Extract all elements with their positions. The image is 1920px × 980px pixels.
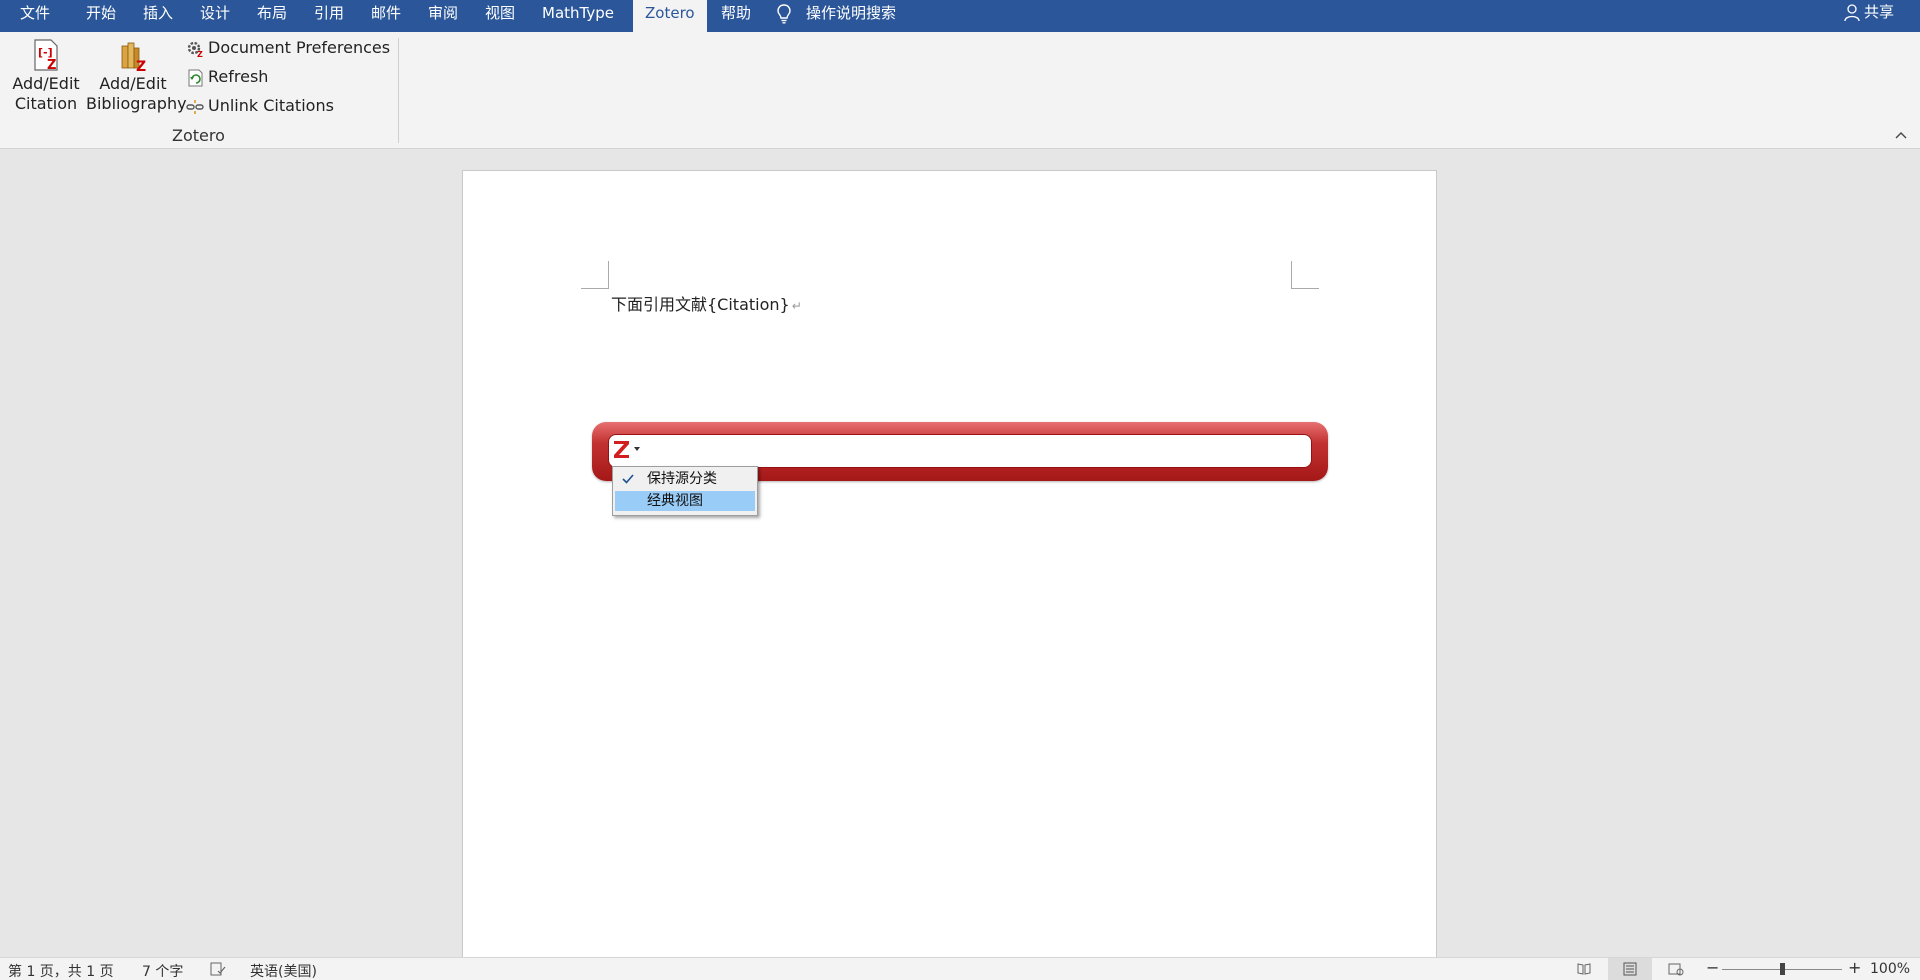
citation-icon: [-] Z [34,39,58,72]
chevron-up-icon[interactable] [1894,128,1908,144]
document-page[interactable]: 下面引用文献{Citation} ↵ [462,170,1437,960]
menu-item-classic-view[interactable]: 经典视图 [615,491,755,511]
read-mode-icon[interactable] [1576,962,1592,976]
ribbon-group-separator [398,38,399,143]
print-layout-icon[interactable] [1622,962,1638,976]
zoom-in-button[interactable]: + [1848,958,1861,977]
bibliography-icon: Z [121,42,146,72]
gear-icon: Z [187,41,203,58]
citation-search-input[interactable] [608,434,1312,468]
proofing-icon[interactable] [210,962,226,976]
tab-review[interactable]: 审阅 [416,0,470,32]
document-preferences-button[interactable]: Z Document Preferences [186,36,390,60]
document-text: 下面引用文献{Citation} [611,295,790,314]
page-count[interactable]: 第 1 页，共 1 页 [8,961,114,980]
citation-label-2: Citation [14,94,78,113]
tab-home[interactable]: 开始 [74,0,128,32]
margin-corner-top-left [581,261,609,289]
document-paragraph[interactable]: 下面引用文献{Citation} ↵ [611,291,802,315]
tab-help[interactable]: 帮助 [709,0,763,32]
tell-me-label: 操作说明搜索 [806,4,897,22]
chevron-down-icon[interactable] [634,447,640,451]
web-layout-icon[interactable] [1668,962,1684,976]
share-button[interactable]: 共享 [1844,0,1894,32]
tab-references[interactable]: 引用 [302,0,356,32]
unlink-citations-label: Unlink Citations [208,96,334,115]
language-indicator[interactable]: 英语(美国) [250,961,317,980]
refresh-icon [188,69,203,86]
person-icon [1844,3,1860,21]
refresh-label: Refresh [208,67,269,86]
tab-layout[interactable]: 布局 [245,0,299,32]
unlink-icon [186,99,204,114]
unlink-citations-button[interactable]: Unlink Citations [186,94,334,118]
margin-corner-top-right [1291,261,1319,289]
lightbulb-icon [777,3,791,23]
tab-insert[interactable]: 插入 [131,0,185,32]
menu-item-keep-sorted[interactable]: 保持源分类 [615,469,755,489]
zotero-options-menu: 保持源分类 经典视图 [612,466,758,516]
paragraph-mark: ↵ [791,299,802,313]
tell-me-search[interactable]: 操作说明搜索 [776,0,896,32]
bibliography-label-1: Add/Edit [99,74,167,93]
svg-text:Z: Z [136,59,146,72]
share-label: 共享 [1863,3,1894,21]
menu-item-label: 保持源分类 [647,471,717,487]
zoom-slider-thumb[interactable] [1780,963,1785,975]
ribbon-tab-bar: 文件 开始 插入 设计 布局 引用 邮件 审阅 视图 MathType Zote… [0,0,1920,32]
tab-mailings[interactable]: 邮件 [359,0,413,32]
tab-file[interactable]: 文件 [8,0,62,32]
word-count[interactable]: 7 个字 [142,961,183,980]
refresh-button[interactable]: Refresh [186,65,268,89]
zotero-logo-icon[interactable] [612,438,632,460]
zoom-level[interactable]: 100% [1870,961,1910,977]
tab-mathtype[interactable]: MathType [530,0,626,32]
zoom-out-button[interactable]: − [1706,958,1719,977]
status-bar: 第 1 页，共 1 页 7 个字 英语(美国) − + 100% [0,957,1920,980]
tab-view[interactable]: 视图 [473,0,527,32]
menu-item-label: 经典视图 [647,493,703,509]
svg-text:Z: Z [197,50,203,58]
checkmark-icon [622,474,634,484]
add-edit-bibliography-button[interactable]: Z Add/Edit Bibliography [86,38,187,114]
bibliography-label-2: Bibliography [86,94,187,113]
ribbon-group-label: Zotero [172,126,225,145]
ribbon-zotero: [-] Z Add/Edit Citation Z Add/Edit Bibli… [0,32,1920,149]
tab-design[interactable]: 设计 [188,0,242,32]
document-preferences-label: Document Preferences [208,38,391,57]
add-edit-citation-button[interactable]: [-] Z Add/Edit Citation [12,38,80,114]
tab-zotero[interactable]: Zotero [633,0,707,32]
svg-text:Z: Z [47,58,56,72]
citation-label-1: Add/Edit [12,74,80,93]
